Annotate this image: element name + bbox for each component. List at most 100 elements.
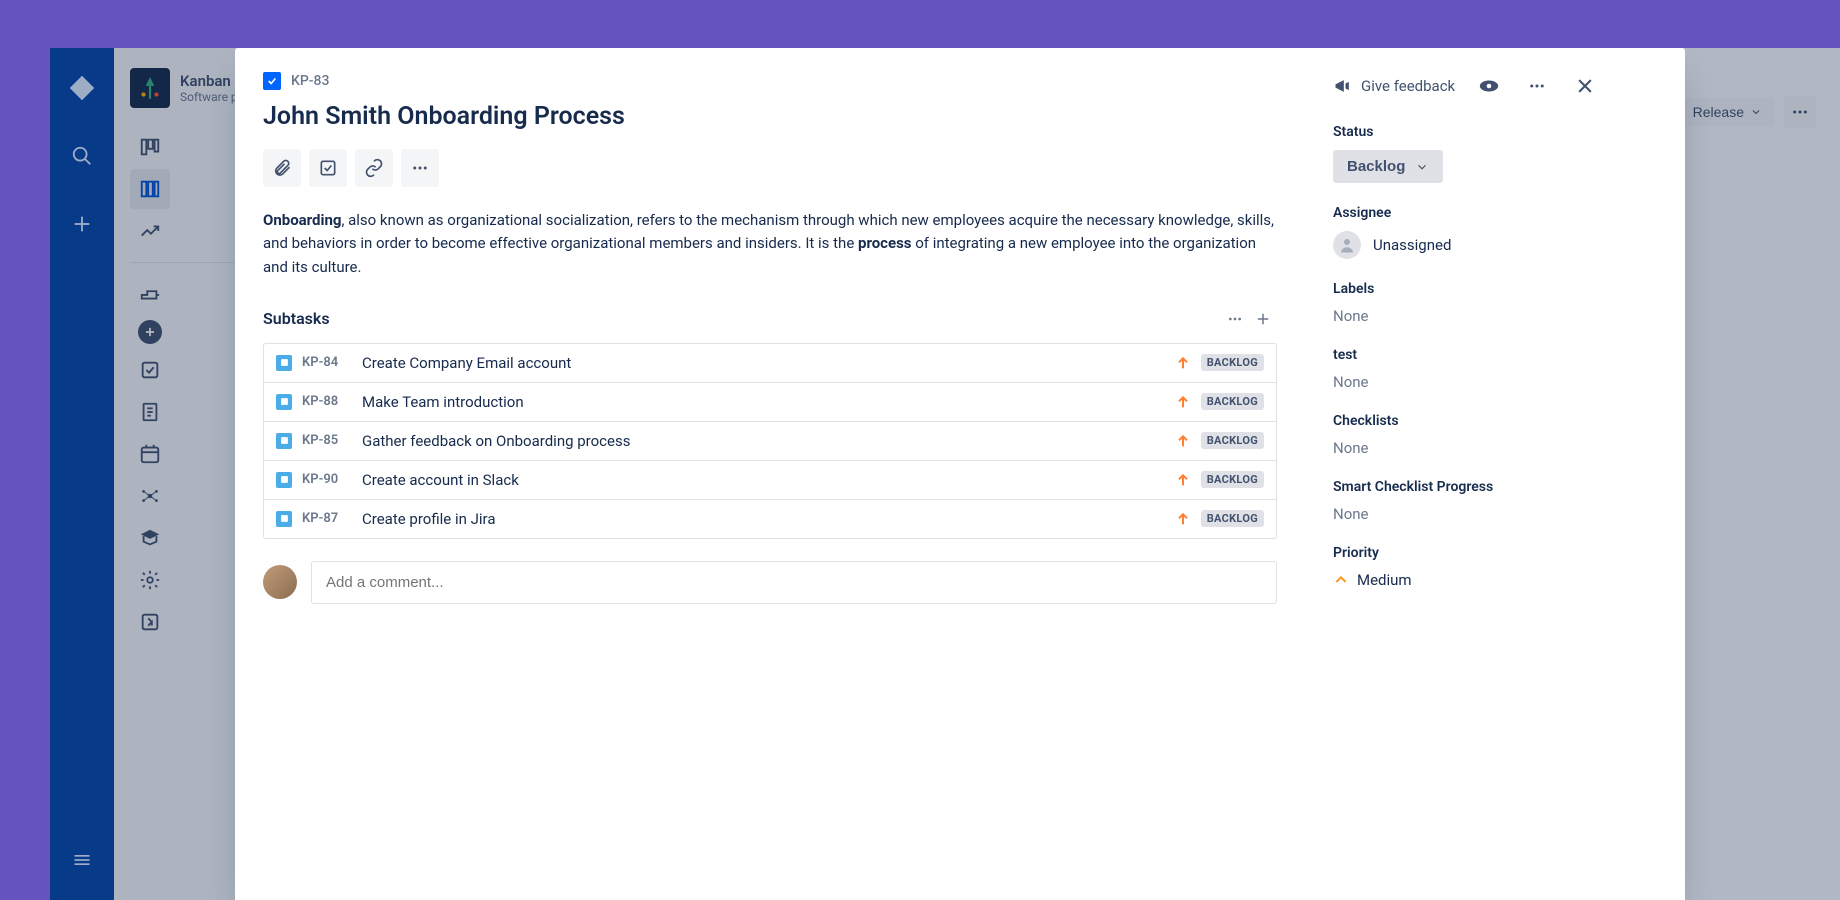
menu-icon[interactable]: [62, 840, 102, 880]
priority-arrow-icon: [1175, 433, 1191, 449]
sidebar-item-shortcut[interactable]: [130, 602, 170, 642]
sidebar-item-learning[interactable]: [130, 518, 170, 558]
subtask-row[interactable]: KP-84 Create Company Email account BACKL…: [264, 344, 1276, 383]
subtask-status: BACKLOG: [1201, 393, 1264, 410]
subtask-type-icon: [276, 355, 292, 371]
progress-value[interactable]: None: [1333, 505, 1657, 523]
issue-more-button[interactable]: [1523, 72, 1551, 100]
close-icon: [1575, 76, 1595, 96]
subtask-row[interactable]: KP-87 Create profile in Jira BACKLOG: [264, 500, 1276, 538]
sidebar-item-board-alt[interactable]: [130, 127, 170, 167]
board-more-button[interactable]: [1784, 96, 1816, 128]
give-feedback-button[interactable]: Give feedback: [1333, 76, 1455, 96]
description-bold1: Onboarding: [263, 211, 341, 229]
subtask-summary: Gather feedback on Onboarding process: [362, 432, 1165, 450]
issue-type-story-icon[interactable]: [263, 72, 281, 90]
give-feedback-label: Give feedback: [1361, 77, 1455, 95]
status-label: Status: [1333, 124, 1657, 140]
add-checklist-button[interactable]: [309, 149, 347, 187]
subtask-type-icon: [276, 394, 292, 410]
issue-description[interactable]: Onboarding, also known as organizational…: [263, 209, 1277, 279]
test-value[interactable]: None: [1333, 373, 1657, 391]
subtasks-more-button[interactable]: [1221, 305, 1249, 333]
subtask-key: KP-84: [302, 355, 352, 370]
sidebar-item-board[interactable]: [130, 169, 170, 209]
search-icon[interactable]: [62, 136, 102, 176]
global-nav: [50, 48, 114, 900]
assignee-field[interactable]: Unassigned: [1333, 231, 1657, 259]
priority-arrow-icon: [1175, 511, 1191, 527]
chevron-down-icon: [1415, 160, 1429, 174]
description-bold2: process: [858, 234, 912, 252]
close-button[interactable]: [1571, 72, 1599, 100]
more-actions-button[interactable]: [401, 149, 439, 187]
priority-arrow-icon: [1175, 355, 1191, 371]
user-avatar[interactable]: [263, 565, 297, 599]
priority-arrow-icon: [1175, 472, 1191, 488]
sidebar-item-releases[interactable]: [130, 274, 170, 314]
sidebar-item-pages[interactable]: [130, 392, 170, 432]
labels-value[interactable]: None: [1333, 307, 1657, 325]
project-avatar-icon: [130, 68, 170, 108]
subtask-type-icon: [276, 472, 292, 488]
eye-icon: [1478, 75, 1500, 97]
plus-icon: [1254, 310, 1272, 328]
sidebar-item-reports[interactable]: [130, 211, 170, 251]
checklists-value[interactable]: None: [1333, 439, 1657, 457]
subtask-row[interactable]: KP-90 Create account in Slack BACKLOG: [264, 461, 1276, 500]
subtask-status: BACKLOG: [1201, 354, 1264, 371]
subtask-type-icon: [276, 511, 292, 527]
ellipsis-icon: [1528, 77, 1546, 95]
priority-field[interactable]: Medium: [1333, 571, 1657, 589]
sidebar-item-calendar[interactable]: [130, 434, 170, 474]
priority-medium-icon: [1333, 572, 1349, 588]
ellipsis-icon: [411, 159, 429, 177]
checklists-label: Checklists: [1333, 413, 1657, 429]
comment-input[interactable]: [311, 561, 1277, 604]
watch-button[interactable]: [1475, 72, 1503, 100]
paperclip-icon: [272, 158, 292, 178]
ellipsis-icon: [1227, 311, 1243, 327]
subtask-key: KP-85: [302, 433, 352, 448]
jira-logo-icon[interactable]: [62, 68, 102, 108]
assignee-value: Unassigned: [1373, 236, 1451, 254]
sidebar-item-components[interactable]: [130, 476, 170, 516]
subtasks-heading: Subtasks: [263, 309, 1221, 328]
issue-key[interactable]: KP-83: [291, 73, 329, 89]
subtask-list: KP-84 Create Company Email account BACKL…: [263, 343, 1277, 539]
sidebar-item-add[interactable]: [138, 320, 162, 344]
subtask-key: KP-87: [302, 511, 352, 526]
labels-label: Labels: [1333, 281, 1657, 297]
progress-label: Smart Checklist Progress: [1333, 479, 1657, 495]
unassigned-avatar-icon: [1333, 231, 1361, 259]
issue-modal: KP-83 John Smith Onboarding Process Onbo…: [235, 48, 1685, 900]
subtask-status: BACKLOG: [1201, 510, 1264, 527]
subtask-key: KP-88: [302, 394, 352, 409]
subtasks-add-button[interactable]: [1249, 305, 1277, 333]
ellipsis-icon: [1791, 103, 1809, 121]
chevron-down-icon: [1750, 106, 1762, 118]
sidebar-item-settings[interactable]: [130, 560, 170, 600]
subtask-summary: Make Team introduction: [362, 393, 1165, 411]
release-label: Release: [1693, 104, 1744, 120]
assignee-label: Assignee: [1333, 205, 1657, 221]
priority-arrow-icon: [1175, 394, 1191, 410]
megaphone-icon: [1333, 76, 1353, 96]
status-value: Backlog: [1347, 158, 1405, 175]
create-icon[interactable]: [62, 204, 102, 244]
subtask-summary: Create profile in Jira: [362, 510, 1165, 528]
priority-label: Priority: [1333, 545, 1657, 561]
subtask-row[interactable]: KP-85 Gather feedback on Onboarding proc…: [264, 422, 1276, 461]
subtask-summary: Create account in Slack: [362, 471, 1165, 489]
subtask-summary: Create Company Email account: [362, 354, 1165, 372]
subtask-status: BACKLOG: [1201, 432, 1264, 449]
release-button[interactable]: Release: [1681, 98, 1774, 126]
status-dropdown[interactable]: Backlog: [1333, 150, 1443, 183]
sidebar-item-checklist[interactable]: [130, 350, 170, 390]
issue-title[interactable]: John Smith Onboarding Process: [263, 102, 1277, 131]
attach-button[interactable]: [263, 149, 301, 187]
subtask-row[interactable]: KP-88 Make Team introduction BACKLOG: [264, 383, 1276, 422]
checklist-icon: [318, 158, 338, 178]
link-button[interactable]: [355, 149, 393, 187]
priority-value: Medium: [1357, 571, 1412, 589]
